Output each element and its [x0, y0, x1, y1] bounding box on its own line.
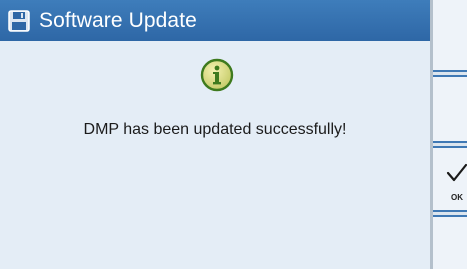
save-disk-icon [8, 9, 30, 32]
info-icon [200, 58, 234, 92]
dialog-titlebar: Software Update [0, 0, 430, 41]
checkmark-icon [446, 163, 467, 182]
software-update-dialog: Software Update DMP has been updated suc… [0, 0, 430, 269]
panel-separator [433, 210, 467, 217]
ok-button[interactable]: OK [433, 149, 467, 209]
panel-separator [433, 141, 467, 148]
ok-label: OK [451, 193, 463, 202]
update-success-message: DMP has been updated successfully! [83, 121, 347, 138]
panel-separator [433, 70, 467, 77]
dialog-title: Software Update [39, 8, 197, 32]
right-action-panel: OK [433, 0, 467, 269]
